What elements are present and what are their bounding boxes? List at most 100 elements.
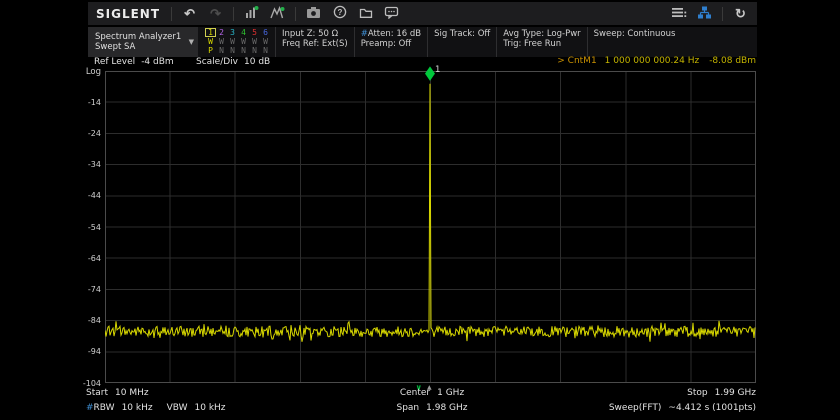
marker-frequency: 1 000 000 000.24 Hz bbox=[605, 56, 700, 66]
sweep-mode-value: Sweep: Continuous bbox=[594, 29, 676, 39]
y-tick-label: -64 bbox=[88, 254, 101, 263]
trace-number-4[interactable]: 4 bbox=[238, 28, 249, 37]
marker-readout[interactable]: > CntM1 1 000 000 000.24 Hz -8.08 dBm bbox=[557, 56, 756, 66]
trace-type-3[interactable]: W bbox=[227, 37, 238, 46]
trace-type-2[interactable]: W bbox=[216, 37, 227, 46]
rbw-vbw-field[interactable]: #RBW10 kHzVBW10 kHz bbox=[86, 403, 226, 413]
trace-markers-button[interactable] bbox=[243, 5, 260, 23]
undo-button[interactable]: ↶ bbox=[181, 5, 198, 23]
trace-number-2[interactable]: 2 bbox=[216, 28, 227, 37]
stop-freq-field[interactable]: Stop 1.99 GHz bbox=[687, 388, 756, 398]
avg-trig-panel[interactable]: Avg Type: Log-Pwr Trig: Free Run bbox=[496, 27, 586, 57]
vbw-value: 10 kHz bbox=[195, 403, 226, 413]
trace-markers-icon bbox=[244, 5, 259, 22]
stop-label: Stop bbox=[687, 388, 707, 398]
trace-detector-1[interactable]: P bbox=[205, 46, 216, 55]
trace-detector-4[interactable]: N bbox=[238, 46, 249, 55]
freq-ref-value: Freq Ref: Ext(S) bbox=[282, 39, 348, 49]
screenshot-button[interactable] bbox=[305, 5, 322, 23]
trace-type-4[interactable]: W bbox=[238, 37, 249, 46]
chevron-down-icon: ▼ bbox=[189, 38, 194, 46]
start-freq-field[interactable]: Start10 MHz bbox=[86, 388, 149, 398]
mode-line2: Swept SA bbox=[95, 42, 187, 52]
sweep-mode-panel[interactable]: Sweep: Continuous bbox=[587, 27, 682, 57]
history-icon: ↻ bbox=[735, 7, 746, 20]
stop-value: 1.99 GHz bbox=[715, 388, 756, 398]
scale-div-value: 10 dB bbox=[244, 57, 270, 67]
mode-selector[interactable]: Spectrum Analyzer1 Swept SA ▼ bbox=[88, 27, 198, 57]
trace-detector-5[interactable]: N bbox=[249, 46, 260, 55]
redo-button[interactable]: ↷ bbox=[207, 5, 224, 23]
trace-number-3[interactable]: 3 bbox=[227, 28, 238, 37]
ref-level-value: -4 dBm bbox=[141, 57, 174, 67]
network-button[interactable] bbox=[696, 5, 713, 23]
y-tick-label: -74 bbox=[88, 285, 101, 294]
siglent-logo: SIGLENT bbox=[96, 7, 160, 21]
atten-settings-panel[interactable]: #Atten: 16 dB Preamp: Off bbox=[354, 27, 427, 57]
trace-number-1[interactable]: 1 bbox=[205, 28, 216, 37]
center-label: Center bbox=[400, 388, 430, 398]
center-freq-field[interactable]: Center1 GHz bbox=[400, 388, 464, 398]
marker-indicator: > bbox=[557, 56, 565, 66]
message-icon bbox=[384, 6, 399, 22]
y-tick-label: -34 bbox=[88, 160, 101, 169]
ref-level-field[interactable]: Ref Level-4 dBm bbox=[94, 57, 174, 67]
menu-list-button[interactable] bbox=[670, 5, 687, 23]
input-settings-panel[interactable]: Input Z: 50 Ω Freq Ref: Ext(S) bbox=[275, 27, 354, 57]
toolbar-divider bbox=[233, 7, 234, 21]
help-icon: ? bbox=[333, 5, 347, 22]
trace-detector-3[interactable]: N bbox=[227, 46, 238, 55]
avg-type-value: Avg Type: Log-Pwr bbox=[503, 29, 580, 39]
sweep-time-field[interactable]: Sweep(FFT)~4.412 s (1001pts) bbox=[609, 403, 756, 413]
span-label: Span bbox=[396, 403, 419, 413]
rbw-value: 10 kHz bbox=[122, 403, 153, 413]
mode-line1: Spectrum Analyzer1 bbox=[95, 32, 187, 42]
marker-diamond-icon[interactable]: ◆ bbox=[425, 64, 435, 83]
y-tick-label: -24 bbox=[88, 129, 101, 138]
span-field[interactable]: Span 1.98 GHz bbox=[396, 403, 467, 413]
y-axis-labels: Log -14-24-34-44-54-64-74-84-94-104 bbox=[58, 0, 103, 420]
graticule-grid bbox=[105, 71, 756, 383]
trace-type-6[interactable]: W bbox=[260, 37, 271, 46]
marker-number-label: 1 bbox=[435, 65, 440, 75]
graticule bbox=[105, 71, 756, 383]
atten-manual-flag: # bbox=[361, 29, 368, 39]
y-tick-label: -104 bbox=[83, 379, 101, 388]
y-axis-mode-label: Log bbox=[86, 67, 101, 77]
trace-detector-2[interactable]: N bbox=[216, 46, 227, 55]
help-button[interactable]: ? bbox=[331, 5, 348, 23]
trace-type-1[interactable]: W bbox=[205, 37, 216, 46]
sig-track-panel[interactable]: Sig Track: Off bbox=[427, 27, 496, 57]
message-log-button[interactable] bbox=[383, 5, 400, 23]
y-tick-label: -54 bbox=[88, 223, 101, 232]
marker-name: CntM1 bbox=[568, 56, 597, 66]
trace-detector-6[interactable]: N bbox=[260, 46, 271, 55]
camera-icon bbox=[306, 6, 321, 22]
redo-icon: ↷ bbox=[210, 7, 221, 20]
undo-icon: ↶ bbox=[184, 7, 195, 20]
scale-div-label: Scale/Div bbox=[196, 57, 238, 67]
sig-track-value: Sig Track: Off bbox=[434, 29, 490, 39]
peak-search-button[interactable] bbox=[269, 5, 286, 23]
trace-status-block[interactable]: 123456WWWWWWPNNNNN bbox=[198, 27, 275, 57]
menu-list-icon bbox=[671, 6, 687, 22]
y-tick-label: -44 bbox=[88, 191, 101, 200]
scale-div-field[interactable]: Scale/Div 10 dB bbox=[196, 57, 270, 67]
svg-text:?: ? bbox=[337, 8, 342, 17]
network-icon bbox=[697, 6, 712, 22]
preamp-value: Preamp: Off bbox=[361, 39, 412, 49]
mode-selector-labels: Spectrum Analyzer1 Swept SA bbox=[95, 32, 187, 52]
marker-amplitude: -8.08 dBm bbox=[709, 56, 756, 66]
y-tick-label: -14 bbox=[88, 98, 101, 107]
toolbar-divider bbox=[722, 7, 723, 21]
trace-number-6[interactable]: 6 bbox=[260, 28, 271, 37]
history-button[interactable]: ↻ bbox=[732, 5, 749, 23]
input-z-value: Input Z: 50 Ω bbox=[282, 29, 338, 39]
rbw-manual-flag: # bbox=[86, 403, 94, 413]
span-value: 1.98 GHz bbox=[426, 403, 467, 413]
trace-type-5[interactable]: W bbox=[249, 37, 260, 46]
file-manager-button[interactable] bbox=[357, 5, 374, 23]
start-label: Start bbox=[86, 388, 108, 398]
trace-number-5[interactable]: 5 bbox=[249, 28, 260, 37]
spectrum-analyzer-screen: SIGLENT ↶ ↷ bbox=[0, 0, 840, 420]
